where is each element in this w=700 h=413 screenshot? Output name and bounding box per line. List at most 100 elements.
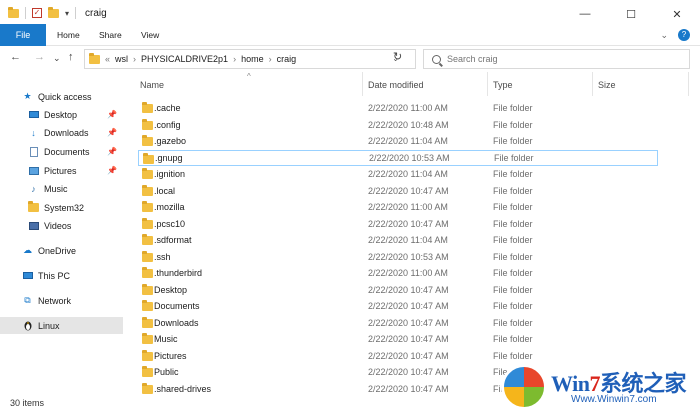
sidebar-item-onedrive[interactable]: ☁ OneDrive (0, 242, 123, 259)
file-date-modified: 2/22/2020 10:47 AM (368, 334, 449, 344)
file-name[interactable]: .local (154, 186, 175, 196)
breadcrumb-wsl[interactable]: wsl (115, 54, 128, 64)
sidebar-item-quick-access[interactable]: ★ Quick access (0, 88, 123, 105)
customize-toolbar-icon[interactable]: ▾ (65, 9, 69, 18)
file-name[interactable]: .pcsc10 (154, 219, 185, 229)
table-row[interactable]: .sdformat 2/22/2020 11:04 AM File folder (138, 232, 658, 248)
sidebar-item-network[interactable]: ⧉ Network (0, 292, 123, 309)
column-divider[interactable] (362, 72, 363, 96)
file-name[interactable]: .gazebo (154, 136, 186, 146)
column-date-modified[interactable]: Date modified (368, 80, 424, 90)
file-date-modified: 2/22/2020 10:53 AM (369, 152, 450, 163)
sidebar-item-system32[interactable]: System32 (0, 199, 123, 216)
column-divider[interactable] (592, 72, 593, 96)
file-name[interactable]: Documents (154, 301, 200, 311)
computer-icon (22, 271, 33, 281)
folder-icon (142, 102, 153, 113)
table-row[interactable]: .gnupg 2/22/2020 10:53 AM File folder (138, 149, 658, 166)
file-name[interactable]: .gnupg (155, 153, 183, 163)
file-name[interactable]: .mozilla (154, 202, 185, 212)
ribbon-right-controls: ⌄ ? (660, 29, 690, 41)
file-name[interactable]: .ssh (154, 252, 171, 262)
table-row[interactable]: Documents 2/22/2020 10:47 AM File folder (138, 298, 658, 314)
column-name[interactable]: Name (140, 80, 164, 90)
sidebar-item-desktop[interactable]: Desktop 📌 (0, 106, 123, 123)
folder-icon (89, 52, 100, 64)
column-type[interactable]: Type (493, 80, 513, 90)
pin-icon[interactable]: 📌 (107, 147, 117, 156)
file-type: File folder (493, 136, 533, 146)
address-bar[interactable]: « wsl › PHYSICALDRIVE2p1 › home › craig … (84, 49, 416, 69)
column-size[interactable]: Size (598, 80, 616, 90)
sidebar-item-label: Desktop (44, 109, 78, 120)
breadcrumb-home[interactable]: home (241, 54, 264, 64)
file-date-modified: 2/22/2020 10:47 AM (368, 218, 449, 229)
table-row[interactable]: Downloads 2/22/2020 10:47 AM File folder (138, 315, 658, 331)
column-divider[interactable] (487, 72, 488, 96)
table-row[interactable]: .cache 2/22/2020 11:00 AM File folder (138, 100, 658, 116)
refresh-button[interactable]: ↻ (393, 50, 402, 63)
file-type: File folder (493, 251, 533, 262)
overflow-crumbs-icon[interactable]: « (105, 54, 110, 64)
forward-button[interactable]: → (34, 51, 45, 63)
file-name[interactable]: Downloads (154, 318, 199, 328)
documents-icon (28, 146, 39, 157)
file-type: File folder (493, 235, 533, 245)
file-name[interactable]: .thunderbird (154, 268, 202, 278)
column-headers: ^ Name Date modified Type Size (132, 72, 700, 96)
table-row[interactable]: .config 2/22/2020 10:48 AM File folder (138, 117, 658, 133)
file-name[interactable]: .sdformat (154, 235, 192, 245)
search-box[interactable] (423, 49, 690, 69)
divider (75, 7, 77, 19)
sidebar-item-linux[interactable]: Linux (0, 317, 123, 334)
file-name[interactable]: .shared-drives (154, 384, 211, 394)
sidebar-item-music[interactable]: ♪ Music (0, 180, 123, 197)
tab-share[interactable]: Share (99, 30, 122, 40)
windows-logo-icon (501, 364, 547, 410)
table-row[interactable]: .pcsc10 2/22/2020 10:47 AM File folder (138, 216, 658, 232)
table-row[interactable]: Desktop 2/22/2020 10:47 AM File folder (138, 282, 658, 298)
sidebar-item-downloads[interactable]: ↓ Downloads 📌 (0, 124, 123, 141)
table-row[interactable]: .thunderbird 2/22/2020 11:00 AM File folde… (138, 265, 658, 281)
pin-icon[interactable]: 📌 (107, 110, 117, 119)
file-type: File folder (493, 202, 533, 212)
table-row[interactable]: .ignition 2/22/2020 11:04 AM File folder (138, 166, 658, 182)
file-name[interactable]: Public (154, 367, 179, 377)
table-row[interactable]: .mozilla 2/22/2020 11:00 AM File folder (138, 199, 658, 215)
tab-home[interactable]: Home (57, 30, 80, 40)
new-folder-icon[interactable] (48, 6, 59, 18)
file-name[interactable]: .config (154, 120, 181, 130)
properties-icon[interactable]: ✓ (32, 8, 42, 18)
breadcrumb-physicaldrive[interactable]: PHYSICALDRIVE2p1 (141, 54, 228, 64)
column-divider[interactable] (688, 72, 689, 96)
chevron-right-icon[interactable]: › (233, 54, 236, 64)
table-row[interactable]: Music 2/22/2020 10:47 AM File folder (138, 331, 658, 347)
file-name[interactable]: Desktop (154, 285, 187, 295)
file-name[interactable]: .ignition (154, 169, 185, 179)
back-button[interactable]: ← (10, 51, 21, 63)
table-row[interactable]: .ssh 2/22/2020 10:53 AM File folder (138, 249, 658, 265)
chevron-right-icon[interactable]: › (269, 54, 272, 64)
recent-locations-button[interactable]: ⌄ (53, 53, 61, 64)
expand-ribbon-icon[interactable]: ⌄ (660, 30, 668, 41)
sidebar-item-videos[interactable]: Videos (0, 217, 123, 234)
pin-icon[interactable]: 📌 (107, 128, 117, 137)
star-icon: ★ (23, 91, 32, 101)
tab-view[interactable]: View (141, 30, 159, 40)
file-name[interactable]: .cache (154, 103, 181, 113)
file-type: File folder (493, 218, 533, 229)
sidebar-item-this-pc[interactable]: This PC (0, 267, 123, 284)
file-name[interactable]: Music (154, 334, 178, 344)
breadcrumb-craig[interactable]: craig (277, 54, 297, 64)
table-row[interactable]: .gazebo 2/22/2020 11:04 AM File folder (138, 133, 658, 149)
chevron-right-icon[interactable]: › (133, 54, 136, 64)
sidebar-item-pictures[interactable]: Pictures 📌 (0, 162, 123, 179)
pin-icon[interactable]: 📌 (107, 166, 117, 175)
sidebar-item-documents[interactable]: Documents 📌 (0, 143, 123, 160)
help-icon[interactable]: ? (678, 29, 690, 41)
file-name[interactable]: Pictures (154, 351, 187, 361)
table-row[interactable]: .local 2/22/2020 10:47 AM File folder (138, 183, 658, 199)
search-input[interactable] (447, 54, 667, 64)
up-button[interactable]: ↑ (68, 51, 74, 63)
tab-file[interactable]: File (0, 24, 46, 46)
